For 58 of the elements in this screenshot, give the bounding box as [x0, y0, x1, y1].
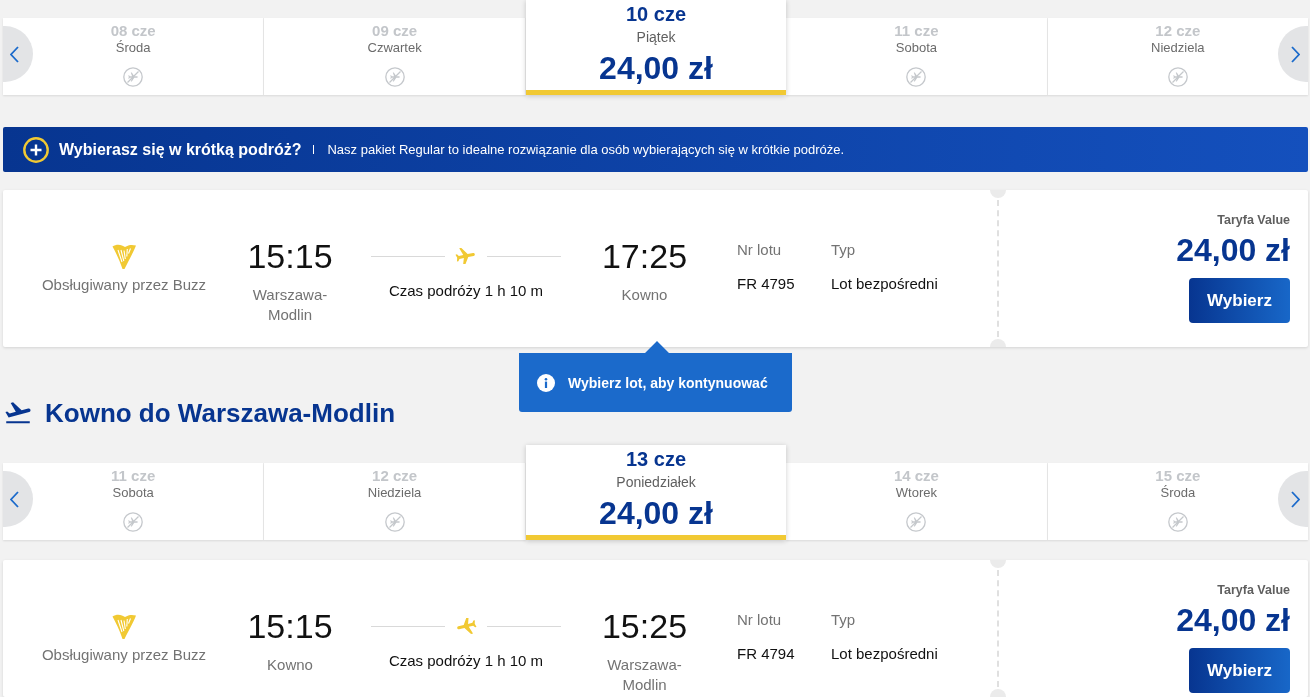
flight-type-label: Typ: [831, 240, 856, 260]
date-tab[interactable]: 14 cze Wtorek: [786, 463, 1048, 540]
fare-label: Taryfa Value: [1217, 212, 1290, 228]
ticket-notch: [990, 339, 1006, 347]
flight-number: FR 4794: [737, 644, 795, 664]
chevron-left-icon: [10, 490, 19, 508]
plus-circle-icon: [23, 136, 49, 163]
section-heading: Kowno do Warszawa-Modlin: [45, 397, 396, 429]
fare-label: Taryfa Value: [1217, 582, 1290, 598]
crossed-plane-icon: [906, 67, 927, 87]
flight-number-label: Nr lotu: [737, 610, 782, 630]
departure-time: 15:15: [247, 606, 333, 646]
harp-icon: [111, 612, 137, 640]
crossed-plane-icon: [384, 512, 405, 532]
flight-number-label: Nr lotu: [737, 240, 782, 260]
fare-price: 24,00 zł: [1176, 602, 1290, 638]
flight-duration: Czas podróży 1 h 10 m: [388, 281, 544, 301]
plane-takeoff-icon: [5, 402, 31, 424]
flight-type: Lot bezpośredni: [831, 274, 938, 294]
operator-label: Obsługiwany przez Buzz: [41, 646, 207, 664]
crossed-plane-icon: [123, 512, 144, 532]
flight-duration: Czas podróży 1 h 10 m: [388, 651, 544, 671]
operator-label: Obsługiwany przez Buzz: [41, 276, 207, 294]
flight-type-label: Typ: [831, 610, 856, 630]
tooltip-text: Wybierz lot, aby kontynuować: [568, 374, 768, 391]
fare-price: 24,00 zł: [1176, 232, 1290, 268]
date-tab[interactable]: 12 cze Niedziela: [1047, 18, 1309, 95]
date-tab[interactable]: 12 cze Niedziela: [264, 463, 526, 540]
crossed-plane-icon: [1167, 512, 1188, 532]
select-button[interactable]: Wybierz: [1189, 648, 1290, 693]
crossed-plane-icon: [906, 512, 927, 532]
date-tab[interactable]: 10 cze Piątek 24,00 zł: [525, 0, 787, 95]
arrival-city: Kowno: [621, 285, 668, 305]
promo-text: Nasz pakiet Regular to idealne rozwiązanie dla osób wybierających się w krótkie podróże.: [327, 142, 845, 157]
crossed-plane-icon: [123, 67, 144, 87]
flight-number: FR 4795: [737, 274, 795, 294]
arrival-time: 17:25: [601, 236, 688, 276]
crossed-plane-icon: [1167, 67, 1188, 87]
date-tab[interactable]: 09 cze Czwartek: [264, 18, 526, 95]
select-button[interactable]: Wybierz: [1189, 278, 1290, 323]
info-icon: [537, 373, 555, 392]
departure-city: Warszawa-Modlin: [251, 285, 329, 325]
date-tab[interactable]: 08 cze Środa: [3, 18, 265, 95]
chevron-right-icon: [1291, 45, 1300, 63]
date-tab[interactable]: 15 cze Środa: [1047, 463, 1309, 540]
departure-time: 15:15: [247, 236, 333, 276]
date-tab[interactable]: 13 cze Poniedziałek 24,00 zł: [525, 445, 787, 540]
promo-title: Wybierasz się w krótką podróż?: [59, 140, 302, 159]
date-tab[interactable]: 11 cze Sobota: [786, 18, 1048, 95]
departure-city: Kowno: [267, 655, 313, 675]
harp-icon: [111, 242, 137, 270]
chevron-left-icon: [10, 45, 19, 63]
arrival-city: Warszawa-Modlin: [606, 655, 683, 695]
arrival-time: 15:25: [601, 606, 688, 646]
flight-type: Lot bezpośredni: [831, 644, 938, 664]
crossed-plane-icon: [384, 67, 405, 87]
date-tab[interactable]: 11 cze Sobota: [3, 463, 265, 540]
chevron-right-icon: [1291, 490, 1300, 508]
